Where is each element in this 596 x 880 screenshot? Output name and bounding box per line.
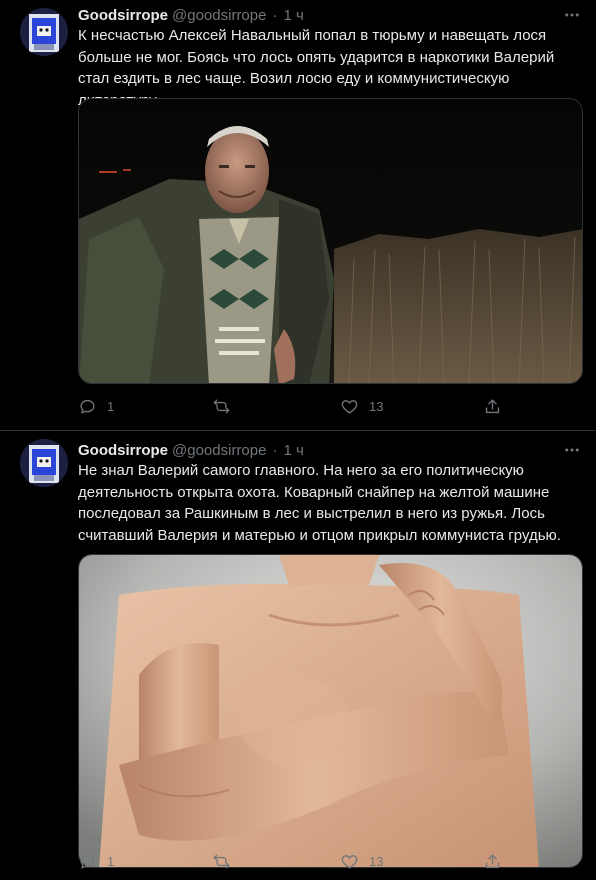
tweet-header: Goodsirrope @goodsirrope · 1 ч	[78, 5, 304, 25]
tweet-text: Не знал Валерий самого главного. На него…	[78, 462, 561, 544]
separator-dot: ·	[272, 6, 278, 24]
author-handle[interactable]: @goodsirrope	[172, 442, 266, 459]
tweet-actions: 1 13	[78, 851, 508, 871]
share-icon	[483, 852, 502, 871]
tweet-photo[interactable]	[78, 98, 583, 384]
tweet[interactable]: Goodsirrope @goodsirrope · 1 ч К несчаст…	[0, 0, 596, 430]
like-count: 13	[369, 398, 384, 414]
tweet-header: Goodsirrope @goodsirrope · 1 ч	[78, 440, 304, 460]
like-button[interactable]: 13	[340, 396, 383, 416]
timestamp[interactable]: 1 ч	[283, 7, 303, 24]
author-name[interactable]: Goodsirrope	[78, 442, 168, 459]
tweet-actions: 1 13	[78, 396, 508, 416]
reply-button[interactable]: 1	[78, 396, 114, 416]
like-button[interactable]: 13	[340, 851, 383, 871]
author-name[interactable]: Goodsirrope	[78, 7, 168, 24]
retweet-icon	[212, 397, 231, 416]
reply-count: 1	[107, 398, 115, 414]
reply-button[interactable]: 1	[78, 851, 114, 871]
reply-icon	[78, 852, 97, 871]
reply-icon	[78, 397, 97, 416]
timestamp[interactable]: 1 ч	[283, 442, 303, 459]
retweet-icon	[212, 852, 231, 871]
more-icon[interactable]	[562, 440, 582, 460]
share-button[interactable]	[483, 396, 502, 416]
avatar[interactable]	[20, 8, 68, 56]
author-handle[interactable]: @goodsirrope	[172, 7, 266, 24]
separator-dot: ·	[272, 441, 278, 459]
tweet[interactable]: Goodsirrope @goodsirrope · 1 ч Не знал В…	[0, 430, 596, 880]
avatar[interactable]	[20, 439, 68, 487]
like-icon	[340, 397, 359, 416]
tweet-photo[interactable]	[78, 554, 583, 868]
retweet-button[interactable]	[212, 851, 241, 871]
share-button[interactable]	[483, 851, 502, 871]
share-icon	[483, 397, 502, 416]
like-icon	[340, 852, 359, 871]
more-icon[interactable]	[562, 5, 582, 25]
like-count: 13	[369, 853, 384, 869]
reply-count: 1	[107, 853, 115, 869]
retweet-button[interactable]	[212, 396, 241, 416]
